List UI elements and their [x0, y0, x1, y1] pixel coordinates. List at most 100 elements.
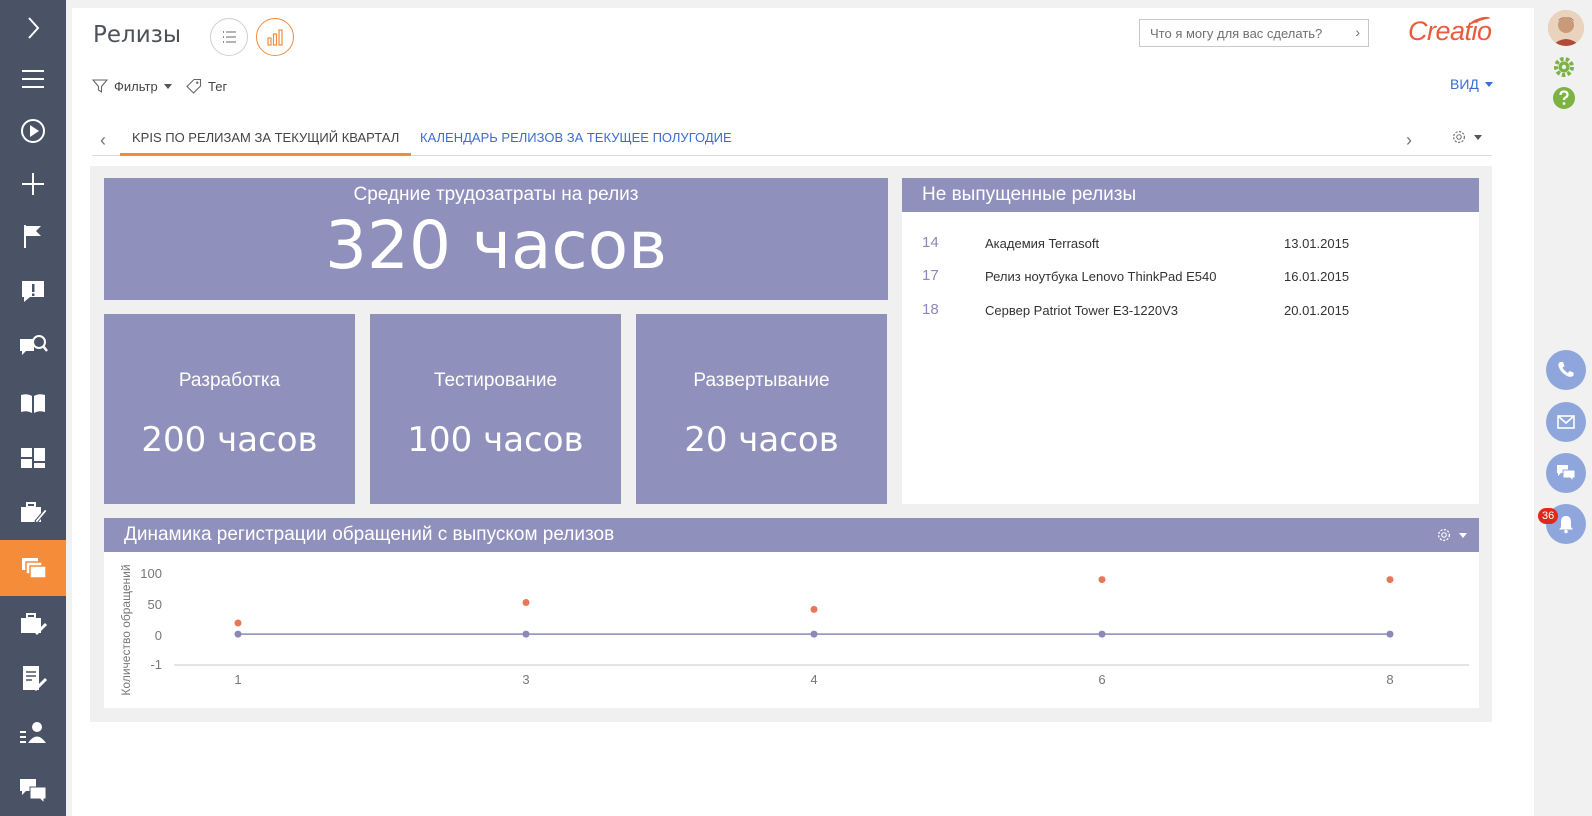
nav-releases-button[interactable] [0, 540, 66, 596]
alert-chat-icon [22, 281, 44, 302]
x-tick-label: 3 [522, 672, 529, 687]
list-item[interactable]: 18 Сервер Patriot Tower E3-1220V3 20.01.… [902, 301, 1479, 323]
chevron-right-icon[interactable]: › [1355, 24, 1360, 40]
system-settings-button[interactable] [1552, 55, 1576, 84]
y-tick-label: 0 [155, 628, 162, 643]
y-axis-label: Количество обращений [119, 564, 133, 695]
gear-icon [1437, 528, 1451, 542]
kpi-caption: Развертывание [693, 370, 830, 391]
nav-projects-button[interactable] [0, 484, 66, 540]
phone-button[interactable] [1546, 350, 1586, 390]
briefcase-wrench-icon [21, 613, 48, 636]
list-view-button[interactable] [210, 18, 248, 56]
flag-icon [24, 225, 41, 248]
list-item[interactable]: 17 Релиз ноутбука Lenovo ThinkPad E540 1… [902, 267, 1479, 289]
nav-cases-button[interactable] [0, 263, 66, 319]
release-number: 18 [922, 301, 939, 318]
nav-chats-button[interactable] [0, 762, 66, 816]
hamburger-icon [22, 70, 44, 88]
chat-bubbles-icon [1557, 465, 1576, 483]
dynamics-chart: 100 50 0 -1 Количество обращений 1 3 4 6 8 [119, 564, 1469, 696]
list-icon [223, 31, 236, 43]
view-menu-button[interactable]: ВИД [1450, 76, 1493, 92]
envelope-icon [1557, 415, 1575, 429]
plus-icon [22, 173, 44, 195]
release-number: 14 [922, 234, 939, 251]
x-tick-label: 6 [1098, 672, 1105, 687]
widget-title: Динамика регистрации обращений с выпуско… [104, 518, 1479, 552]
analytics-view-button[interactable] [256, 18, 294, 56]
nav-process-button[interactable] [0, 103, 66, 159]
nav-employees-button[interactable] [0, 705, 66, 761]
hamburger-menu-button[interactable] [0, 51, 66, 107]
series-point [1098, 630, 1106, 638]
series-point [234, 630, 242, 638]
left-navigation [0, 0, 66, 816]
series-point [234, 619, 242, 627]
series-point [522, 599, 530, 607]
main-panel: Релизы Что я могу для вас сделать? › Cre… [72, 8, 1534, 816]
nav-knowledge-search-button[interactable] [0, 318, 66, 374]
document-wrench-icon [23, 666, 48, 692]
phone-icon [1558, 362, 1574, 377]
release-name: Сервер Patriot Tower E3-1220V3 [985, 303, 1178, 318]
release-date: 16.01.2015 [1284, 269, 1350, 284]
kpi-tile-average-effort: Средние трудозатраты на релиз 320 часов [104, 178, 888, 300]
dynamics-chart-widget: Динамика регистрации обращений с выпуско… [104, 518, 1479, 708]
user-list-icon [20, 722, 46, 743]
series-point [1386, 630, 1394, 638]
question-icon [1553, 87, 1575, 109]
chat-button[interactable] [1546, 453, 1586, 493]
briefcase-edit-icon [21, 502, 48, 524]
list-item[interactable]: 14 Академия Terrasoft 13.01.2015 [902, 234, 1479, 256]
chart-settings-button[interactable] [1435, 526, 1467, 544]
nav-add-button[interactable] [0, 156, 66, 212]
y-tick-label: -1 [150, 657, 162, 672]
dashboard-tabs: ‹ KPIS ПО РЕЛИЗАМ ЗА ТЕКУЩИЙ КВАРТАЛ КАЛ… [92, 126, 1492, 156]
caret-down-icon [163, 83, 172, 89]
kpi-value: 100 часов [407, 420, 584, 460]
tabs-settings-button[interactable] [1450, 128, 1482, 146]
series-point [810, 630, 818, 638]
tab-release-kpis[interactable]: KPIS ПО РЕЛИЗАМ ЗА ТЕКУЩИЙ КВАРТАЛ [120, 130, 412, 156]
kpi-caption: Разработка [178, 370, 281, 391]
play-circle-icon [21, 119, 45, 143]
user-avatar[interactable] [1548, 10, 1584, 46]
tab-scroll-left-icon[interactable]: ‹ [100, 130, 106, 151]
release-number: 17 [922, 267, 939, 284]
book-icon [21, 394, 45, 413]
nav-knowledge-base-button[interactable] [0, 375, 66, 431]
tag-button[interactable]: Тег [186, 76, 227, 96]
tag-icon [186, 78, 202, 94]
release-name: Релиз ноутбука Lenovo ThinkPad E540 [985, 269, 1217, 284]
releases-icon [22, 558, 47, 579]
page-title: Релизы [93, 22, 182, 48]
series-point [810, 605, 818, 613]
tab-scroll-right-icon[interactable]: › [1406, 130, 1412, 151]
help-button[interactable] [1552, 86, 1576, 115]
command-line-input[interactable]: Что я могу для вас сделать? › [1139, 19, 1369, 47]
series-point [1386, 576, 1394, 584]
expand-menu-button[interactable] [0, 0, 66, 56]
kpi-tile-testing: Тестирование 100 часов [370, 314, 621, 504]
gear-icon [1452, 130, 1466, 144]
nav-service-button[interactable] [0, 595, 66, 651]
kpi-caption: Тестирование [433, 370, 558, 391]
filter-button[interactable]: Фильтр [92, 76, 172, 96]
series-point [1098, 576, 1106, 584]
chat-bubbles-icon [20, 779, 47, 805]
nav-flag-button[interactable] [0, 208, 66, 264]
caret-down-icon [1459, 532, 1467, 538]
dashboard-icon [21, 448, 45, 468]
search-chat-icon [20, 335, 48, 355]
nav-documents-button[interactable] [0, 650, 66, 706]
command-line-placeholder: Что я могу для вас сделать? [1150, 25, 1323, 41]
x-tick-label: 1 [234, 672, 241, 687]
x-tick-label: 8 [1386, 672, 1393, 687]
bell-icon [1559, 516, 1573, 534]
email-button[interactable] [1546, 402, 1586, 442]
release-date: 20.01.2015 [1284, 303, 1350, 318]
caret-down-icon [1484, 81, 1493, 87]
nav-dashboards-button[interactable] [0, 430, 66, 486]
tab-release-calendar[interactable]: КАЛЕНДАРЬ РЕЛИЗОВ ЗА ТЕКУЩЕЕ ПОЛУГОДИЕ [408, 130, 744, 156]
